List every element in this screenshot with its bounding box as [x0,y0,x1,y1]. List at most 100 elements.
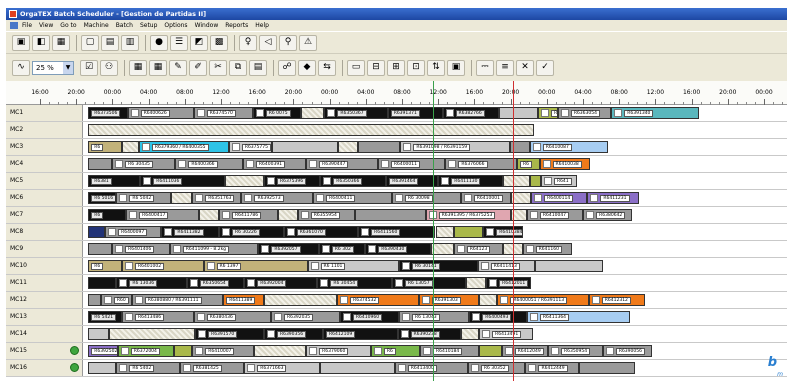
batch-bar[interactable]: R6375775 [228,141,273,153]
batch-bar[interactable] [88,277,117,289]
batch-bar[interactable] [320,362,395,374]
batch-status-checkbox[interactable] [195,194,204,202]
machine-label[interactable]: MC13 [6,309,83,325]
batch-status-checkbox[interactable] [182,364,191,372]
batch-bar[interactable]: R6411413 [477,260,536,272]
batch-bar[interactable]: R6412049 [501,345,548,357]
zoom-select[interactable]: 25 % ▼ [32,60,74,75]
batch-status-checkbox[interactable] [532,143,541,151]
machine-detail-icon[interactable] [70,363,79,372]
batch-status-checkbox[interactable] [198,330,207,338]
batch-status-checkbox[interactable] [320,279,329,287]
batch-bar[interactable]: R6392573 [241,192,314,204]
warning-icon[interactable]: ⚠ [299,34,317,51]
batch-status-checkbox[interactable] [255,109,264,117]
setup-block[interactable] [88,124,534,136]
move-icon[interactable]: ⇆ [318,59,336,76]
batch-bar[interactable]: R6390238 [397,328,461,340]
paste-icon[interactable]: ▤ [249,59,267,76]
batch-status-checkbox[interactable] [129,211,138,219]
batch-bar[interactable]: R6 5402 [116,362,180,374]
machine-label[interactable]: MC12 [6,292,83,308]
batch-bar[interactable]: R6 5421 [88,311,122,323]
batch-bar[interactable] [355,209,426,221]
batch-status-checkbox[interactable] [266,177,275,185]
batch-bar[interactable]: R6410038 [539,158,591,170]
batch-bar[interactable]: R6372004 [117,345,174,357]
machine-label[interactable]: MC4 [6,156,83,172]
batch-bar[interactable]: R60 [100,294,132,306]
batch-bar[interactable]: R6412011 [486,277,532,289]
menu-setup[interactable]: Setup [140,20,157,31]
batch-bar[interactable]: R6381 [88,175,141,187]
batch-bar[interactable]: R6390430 [365,243,432,255]
batch-bar[interactable]: R6411786 [218,209,279,221]
batch-bar[interactable]: R6350654 [186,277,245,289]
machine-label[interactable]: MC11 [6,275,83,291]
batch-status-checkbox[interactable] [196,109,205,117]
batch-status-checkbox[interactable] [605,347,614,355]
batch-bar[interactable] [88,243,113,255]
menu-goto[interactable]: Go to [60,20,76,31]
batch-status-checkbox[interactable] [401,262,410,270]
batch-bar[interactable] [88,158,113,170]
batch-status-checkbox[interactable] [321,245,330,253]
setup-block[interactable] [479,294,498,306]
batch-status-checkbox[interactable] [423,347,432,355]
batch-status-checkbox[interactable] [504,347,513,355]
batch-bar[interactable]: R6 [370,345,421,357]
batch-bar[interactable]: R6400011 [377,158,446,170]
batch-status-checkbox[interactable] [221,228,230,236]
copy-icon[interactable]: ⧉ [229,59,247,76]
batch-bar[interactable]: R6390056 [602,345,653,357]
setup-block[interactable] [171,192,193,204]
batch-bar[interactable]: R641160 [522,243,572,255]
batch-bar[interactable]: R6380642 [583,209,633,221]
batch-bar[interactable] [358,141,401,153]
setup-block[interactable] [460,328,480,340]
batch-bar[interactable]: R6390447 [306,158,378,170]
batch-bar[interactable] [578,362,636,374]
batch-status-checkbox[interactable] [134,296,143,304]
back-icon[interactable]: ◁ [259,34,277,51]
batch-status-checkbox[interactable] [164,228,173,236]
batch-bar[interactable]: R6 30435 [112,158,176,170]
batch-bar[interactable] [88,362,117,374]
batch-status-checkbox[interactable] [310,262,319,270]
sort-icon[interactable]: ⇅ [427,59,445,76]
batch-bar[interactable] [173,345,193,357]
chart-icon[interactable]: ▩ [210,34,228,51]
batch-status-checkbox[interactable] [397,364,406,372]
batch-bar[interactable]: R6410384 [483,226,523,238]
batch-bar[interactable]: R6390356 [263,328,323,340]
batch-status-checkbox[interactable] [361,228,370,236]
batch-status-checkbox[interactable] [560,109,569,117]
batch-bar[interactable]: R6363054 [557,107,612,119]
batch-status-checkbox[interactable] [590,194,599,202]
batch-bar[interactable]: R6412312 [588,294,645,306]
grid-icon[interactable]: ▦ [129,59,147,76]
machine-label[interactable]: MC3 [6,139,83,155]
batch-bar[interactable]: R6400411 [313,192,392,204]
setup-block[interactable] [435,226,454,238]
batch-bar[interactable]: R6 [88,141,122,153]
batch-bar[interactable]: R6400493 [469,311,527,323]
batch-bar[interactable]: R6392502 [88,345,118,357]
batch-bar[interactable]: R6379060 [306,345,371,357]
batch-bar[interactable]: R6392057 [258,243,319,255]
calendar-icon[interactable]: ▦ [52,34,70,51]
batch-bar[interactable]: R6374532 [337,294,419,306]
batch-bar[interactable] [498,107,539,119]
checkbox-icon[interactable]: ☑ [80,59,98,76]
batch-status-checkbox[interactable] [480,262,489,270]
batch-status-checkbox[interactable] [119,364,128,372]
batch-bar[interactable]: R6413491 [479,328,533,340]
batch-bar[interactable]: R6 [538,107,558,119]
batch-status-checkbox[interactable] [340,296,349,304]
batch-status-checkbox[interactable] [124,313,133,321]
zoom-icon[interactable]: ⚲ [279,34,297,51]
batch-status-checkbox[interactable] [401,313,410,321]
batch-status-checkbox[interactable] [120,347,129,355]
machine-label[interactable]: MC14 [6,326,83,342]
batch-status-checkbox[interactable] [529,313,538,321]
